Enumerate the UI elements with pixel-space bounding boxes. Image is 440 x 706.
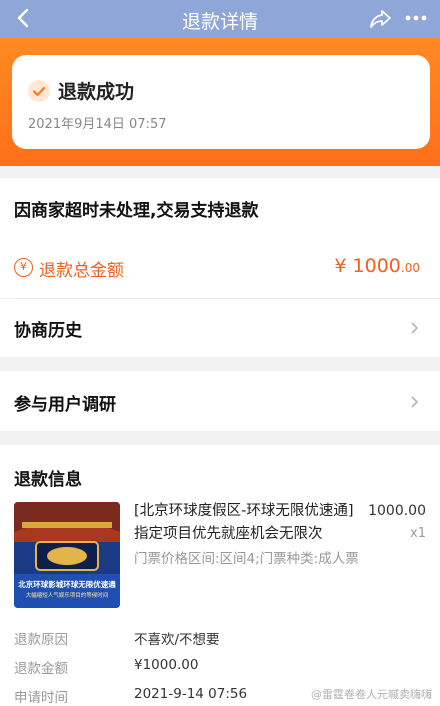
refund-status-card: 退款成功 2021年9月14日 07:57 [12,55,430,149]
detail-value-amount: ¥1000.00 [134,657,199,673]
detail-label-reason: 退款原因 [14,632,68,648]
refund-total-label: 退款总金额 [39,261,124,281]
product-spec: 门票价格区间:区间4;门票种类:成人票 [134,551,359,567]
yen-icon: ¥ [14,258,33,277]
product-name[interactable]: [北京环球度假区-环球无限优速通]指定项目优先就座机会无限次 [134,500,366,546]
row-label-user-survey: 参与用户调研 [14,395,116,415]
detail-label-amount: 退款金额 [14,661,68,677]
nav-bar: 退款详情 [0,0,440,38]
detail-label-apply-time: 申请时间 [14,690,68,706]
status-title: 退款成功 [58,81,135,103]
detail-value-apply-time: 2021-9-14 07:56 [134,686,248,702]
product-image-caption: 北京环球影城环球无限优速通 [18,580,116,589]
refund-reason-text: 因商家超时未处理,交易支持退款 [14,201,259,221]
check-icon [28,80,50,102]
row-label-negotiation-history: 协商历史 [14,321,82,341]
status-time: 2021年9月14日 07:57 [28,117,167,132]
more-icon[interactable] [402,2,430,30]
detail-value-reason: 不喜欢/不想要 [134,632,220,648]
chevron-right-icon [408,322,420,334]
refund-total-amount: ¥ 1000.00 [334,255,420,277]
share-icon[interactable] [368,6,394,32]
product-quantity: x1 [410,526,426,541]
product-price: 1000.00 [368,503,426,519]
chevron-right-icon [408,396,420,408]
watermark: @雷霆卷卷人元嘁卖嗨嗨 [311,688,432,701]
refund-info-title: 退款信息 [14,470,82,490]
product-image[interactable]: 北京环球影城环球无限优速通 大幅缩短人气娱乐项目的等候时间 [14,502,120,608]
product-image-subcaption: 大幅缩短人气娱乐项目的等候时间 [25,593,109,599]
